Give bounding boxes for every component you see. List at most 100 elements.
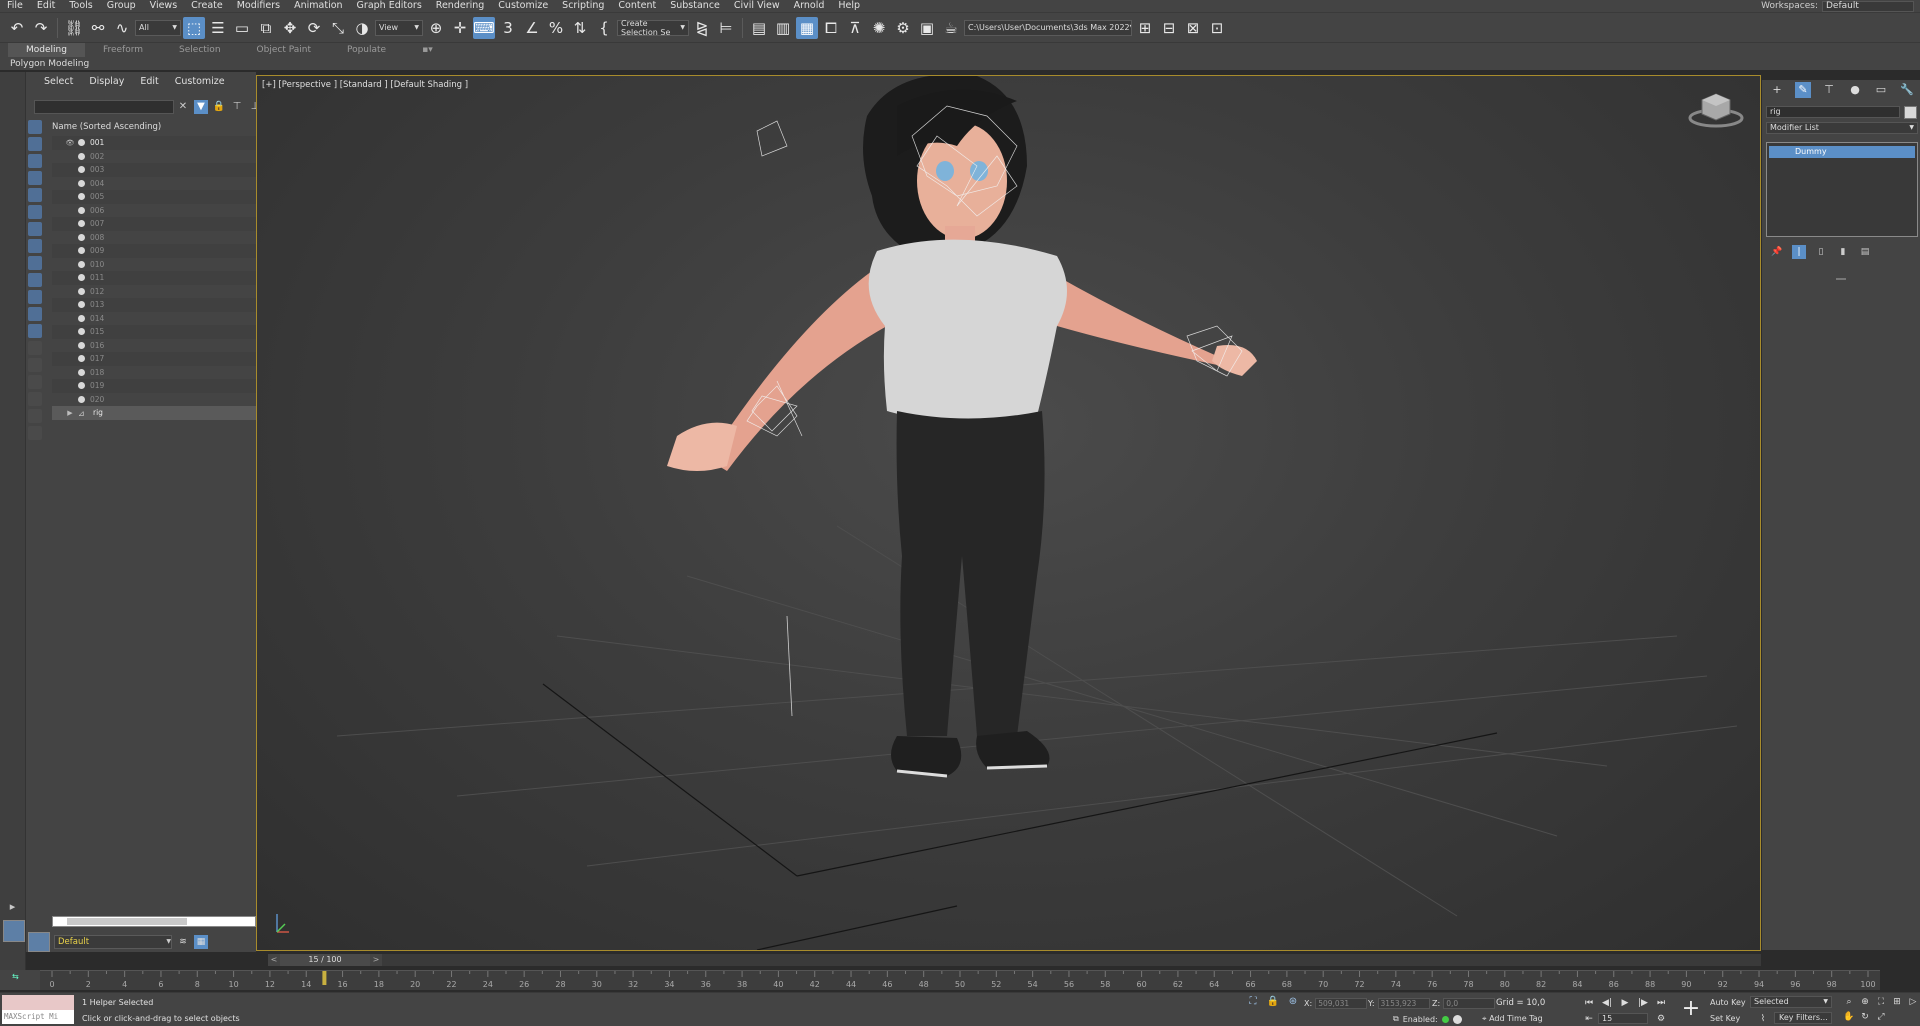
rendered-frame-window-icon[interactable]: ▣	[916, 17, 938, 39]
explorer-row[interactable]: 016	[52, 339, 256, 353]
ribbon-toggle-icon[interactable]: ▦	[796, 16, 818, 39]
rectangular-selection-icon[interactable]: ▭	[231, 17, 253, 39]
zoom-extents-icon[interactable]: ⛶	[1874, 996, 1888, 1009]
show-end-result-icon[interactable]: |	[1792, 245, 1806, 259]
explorer-filter-icon[interactable]	[28, 188, 42, 202]
mirror-icon[interactable]: ⧎	[691, 17, 713, 39]
explorer-filter-icon[interactable]	[28, 273, 42, 287]
explorer-row[interactable]: 002	[52, 150, 256, 164]
layer-dropdown[interactable]: Default ▼	[54, 935, 172, 949]
layout-preview-icon[interactable]	[3, 920, 25, 942]
modifier-list-dropdown[interactable]: Modifier List ▼	[1766, 122, 1918, 134]
enabled-toggle-icon[interactable]	[1452, 1014, 1462, 1024]
explorer-row[interactable]: 020	[52, 393, 256, 407]
create-tab-icon[interactable]: +	[1769, 82, 1785, 98]
enabled-status-icon[interactable]	[1441, 1015, 1449, 1023]
ref-coord-dropdown[interactable]: View ▼	[375, 19, 423, 36]
ribbon-tab[interactable]: Selection	[161, 43, 238, 57]
explorer-filter-icon[interactable]	[28, 375, 42, 389]
field-of-view-icon[interactable]: ▷	[1906, 996, 1920, 1009]
explorer-row[interactable]: 013	[52, 298, 256, 312]
time-slider-next-icon[interactable]: >	[370, 954, 382, 966]
maximize-viewport-icon[interactable]: ⤢	[1874, 1011, 1888, 1024]
explorer-row[interactable]: 👁 001	[52, 136, 256, 150]
ribbon-tab[interactable]: Populate	[329, 43, 404, 57]
time-config-icon[interactable]: ⚙	[1654, 1013, 1668, 1025]
explorer-row[interactable]: 019	[52, 379, 256, 393]
key-selection-dropdown[interactable]: Selected ▼	[1750, 996, 1832, 1008]
expand-arrow-icon[interactable]: ▸	[5, 900, 20, 915]
menu-item[interactable]: Edit	[30, 0, 62, 12]
explorer-column-header[interactable]: Name (Sorted Ascending)	[52, 122, 256, 134]
menu-item[interactable]: Scripting	[555, 0, 611, 12]
menu-item[interactable]: Civil View	[727, 0, 787, 12]
explorer-row[interactable]: 009	[52, 244, 256, 258]
angle-snap-icon[interactable]: ∠	[521, 17, 543, 39]
snaps-toggle-icon[interactable]: 3	[497, 17, 519, 39]
object-color-swatch[interactable]	[1904, 106, 1917, 119]
utilities-tab-icon[interactable]: 🔧	[1899, 82, 1915, 98]
explorer-row[interactable]: 012	[52, 285, 256, 299]
undo-icon[interactable]: ↶	[6, 17, 28, 39]
explorer-menu-item[interactable]: Select	[36, 76, 81, 87]
current-frame-marker[interactable]	[322, 971, 327, 985]
go-to-start-icon[interactable]: ⏮	[1582, 997, 1596, 1009]
display-tab-icon[interactable]: ▭	[1873, 82, 1889, 98]
pan-icon[interactable]: ✋	[1842, 1011, 1856, 1024]
absolute-mode-icon[interactable]: ⊛	[1286, 996, 1300, 1009]
named-selection-dropdown[interactable]: Create Selection Se ▼	[617, 19, 689, 37]
explorer-search-input[interactable]	[34, 100, 174, 114]
explorer-row[interactable]: 011	[52, 271, 256, 285]
previous-frame-icon[interactable]: ◀|	[1600, 997, 1614, 1009]
explorer-row[interactable]: 005	[52, 190, 256, 204]
move-icon[interactable]: ✥	[279, 17, 301, 39]
material-editor-icon[interactable]: ✺	[868, 17, 890, 39]
coord-z-field[interactable]: 0,0	[1443, 998, 1496, 1009]
menu-item[interactable]: Views	[143, 0, 185, 12]
rotate-icon[interactable]: ⟳	[303, 17, 325, 39]
coord-x-field[interactable]: 509,031	[1315, 998, 1368, 1009]
explorer-filter-icon[interactable]	[28, 154, 42, 168]
zoom-icon[interactable]: ⌕	[1842, 996, 1856, 1009]
scale-icon[interactable]: ⤡	[327, 17, 349, 39]
explorer-filter-icon[interactable]	[28, 205, 42, 219]
time-slider-prev-icon[interactable]: <	[268, 954, 280, 966]
explorer-menu-item[interactable]: Customize	[167, 76, 233, 87]
select-manipulate-icon[interactable]: ✛	[449, 17, 471, 39]
pivot-center-icon[interactable]: ⊕	[425, 17, 447, 39]
bind-spacewarp-icon[interactable]: ∿	[111, 17, 133, 39]
play-icon[interactable]: ▶	[1618, 997, 1632, 1009]
viewcube-icon[interactable]	[1688, 86, 1744, 130]
placement-icon[interactable]: ◑	[351, 17, 373, 39]
explorer-filter-icon[interactable]	[28, 324, 42, 338]
set-key-button[interactable]: Set Key	[1710, 1014, 1740, 1023]
layer-swatch[interactable]	[28, 932, 50, 952]
maxscript-listener[interactable]: MAXScript Mi	[2, 995, 76, 1025]
project-folder-icon[interactable]: ⊞	[1134, 17, 1156, 39]
key-mode-icon[interactable]: ⇤	[1582, 1013, 1596, 1025]
menu-item[interactable]: Animation	[287, 0, 349, 12]
project-save-icon[interactable]: ⊠	[1182, 17, 1204, 39]
percent-snap-icon[interactable]: %	[545, 17, 567, 39]
explorer-filter-icon[interactable]	[28, 307, 42, 321]
explorer-row[interactable]: 007	[52, 217, 256, 231]
ribbon-tab[interactable]: Object Paint	[239, 43, 329, 57]
redo-icon[interactable]: ↷	[30, 17, 52, 39]
explorer-filter-icon[interactable]	[28, 341, 42, 355]
explorer-filter-icon[interactable]	[28, 137, 42, 151]
layer-explorer-icon[interactable]: ▦	[194, 935, 208, 949]
track-bar-mini-curve[interactable]: ⇆	[0, 970, 40, 990]
menu-item[interactable]: Tools	[62, 0, 99, 12]
explorer-row[interactable]: 006	[52, 204, 256, 218]
character-model[interactable]	[667, 76, 1257, 778]
zoom-extents-all-icon[interactable]: ⊞	[1890, 996, 1904, 1009]
project-open-icon[interactable]: ⊟	[1158, 17, 1180, 39]
select-object-icon[interactable]: ⬚	[183, 16, 205, 39]
explorer-row[interactable]: 003	[52, 163, 256, 177]
menu-item[interactable]: File	[0, 0, 30, 12]
explorer-filter-icon[interactable]	[28, 426, 42, 440]
auto-key-button[interactable]: Auto Key	[1710, 998, 1746, 1007]
time-slider-thumb[interactable]: 15 / 100	[280, 954, 370, 966]
unlink-icon[interactable]: ⚯	[87, 17, 109, 39]
isolate-selection-icon[interactable]: ⛶	[1246, 996, 1260, 1009]
